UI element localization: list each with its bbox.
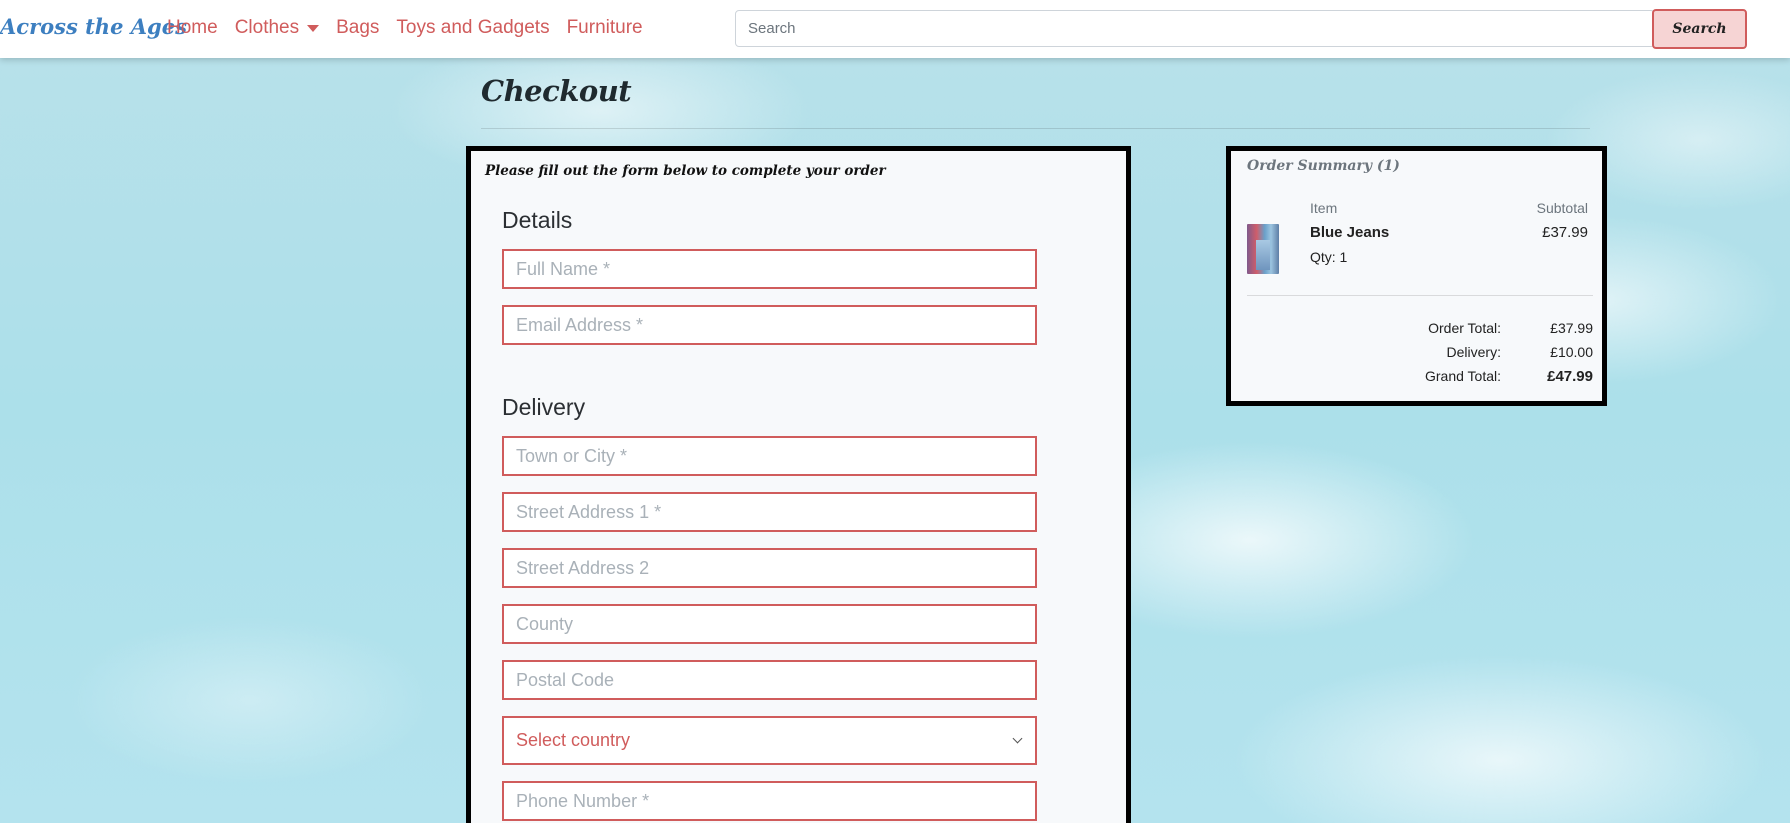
nav-link-clothes[interactable]: Clothes [234,17,320,39]
nav-links: Home Clothes Bags Toys and Gadgets Furni… [167,17,660,39]
country-select[interactable]: Select country [502,716,1037,765]
search-input[interactable] [735,10,1655,47]
navbar: Across the Ages Home Clothes Bags Toys a… [0,0,1790,58]
order-summary-panel: Order Summary (1) Item Subtotal Blue Jea… [1226,146,1607,406]
brand-logo[interactable]: Across the Ages [0,14,187,39]
street-address-1-field[interactable] [502,492,1037,532]
form-intro-text: Please fill out the form below to comple… [485,163,886,179]
checkout-form-panel: Please fill out the form below to comple… [466,146,1131,823]
subtotal-column-header: Subtotal [1536,200,1588,216]
postal-code-field[interactable] [502,660,1037,700]
item-column-header: Item [1310,200,1338,216]
item-subtotal: £37.99 [1542,224,1588,241]
phone-field[interactable] [502,781,1037,821]
nav-link-bags[interactable]: Bags [336,17,379,39]
grand-total-label: Grand Total: [1424,368,1501,384]
chevron-down-icon [1012,733,1023,744]
country-select-value: Select country [516,730,631,750]
details-heading: Details [502,207,573,233]
search-button[interactable]: Search [1652,9,1747,49]
caret-down-icon [307,24,320,32]
county-field[interactable] [502,604,1037,644]
email-field[interactable] [502,305,1037,345]
delivery-value: £10.00 [1550,344,1593,360]
delivery-heading: Delivery [502,394,586,420]
grand-total-value: £47.99 [1547,368,1593,385]
order-total-label: Order Total: [1428,320,1501,336]
order-total-row: Order Total: £37.99 [1247,320,1593,342]
delivery-row: Delivery: £10.00 [1247,344,1593,366]
nav-link-clothes-label: Clothes [234,17,300,38]
nav-link-toys[interactable]: Toys and Gadgets [396,17,549,39]
nav-link-home[interactable]: Home [167,17,218,39]
town-field[interactable] [502,436,1037,476]
order-summary-title: Order Summary (1) [1247,158,1400,174]
order-total-value: £37.99 [1550,320,1593,336]
summary-divider [1247,295,1593,296]
product-thumbnail [1247,224,1279,274]
delivery-label: Delivery: [1446,344,1501,360]
item-name: Blue Jeans [1310,224,1390,241]
item-quantity: Qty: 1 [1310,249,1348,265]
street-address-2-field[interactable] [502,548,1037,588]
grand-total-row: Grand Total: £47.99 [1247,368,1593,390]
title-divider [481,128,1590,129]
full-name-field[interactable] [502,249,1037,289]
nav-link-furniture[interactable]: Furniture [567,17,643,39]
page-title: Checkout [481,74,632,108]
